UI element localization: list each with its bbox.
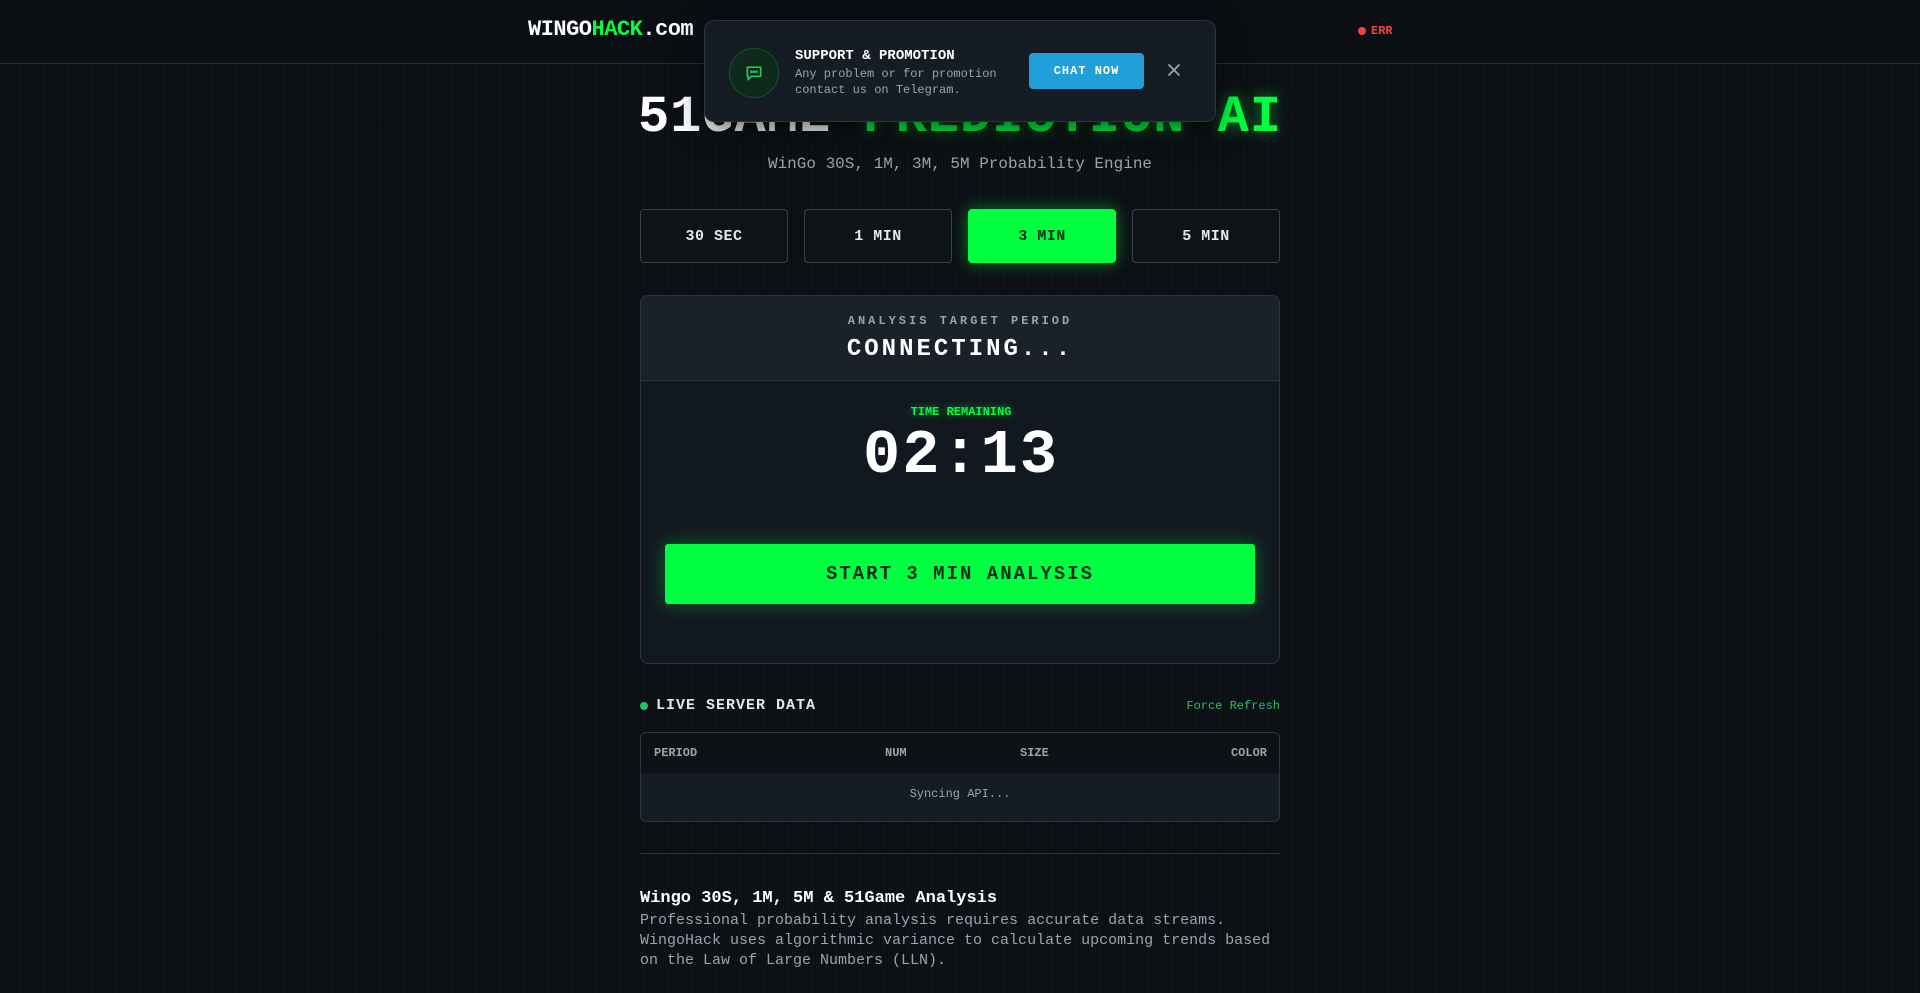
logo-suffix: .com xyxy=(642,17,694,42)
force-refresh-link[interactable]: Force Refresh xyxy=(1186,699,1280,713)
live-dot-icon xyxy=(640,701,648,710)
logo-prefix: WINGO xyxy=(528,17,592,42)
tab-5-min[interactable]: 5 MIN xyxy=(1132,209,1280,263)
live-data-title: LIVE SERVER DATA xyxy=(640,697,816,714)
connection-status: ERR xyxy=(1358,24,1393,38)
toast-title: SUPPORT & PROMOTION xyxy=(795,48,955,64)
section-divider xyxy=(640,853,1280,854)
analysis-card-header: ANALYSIS TARGET PERIOD CONNECTING... xyxy=(641,296,1279,381)
close-icon[interactable] xyxy=(1163,59,1185,81)
tab-1-min[interactable]: 1 MIN xyxy=(804,209,952,263)
article-text: Professional probability analysis requir… xyxy=(640,912,1271,969)
site-logo[interactable]: WINGOHACK.com xyxy=(528,17,694,42)
status-text: ERR xyxy=(1371,24,1393,38)
analysis-card: ANALYSIS TARGET PERIOD CONNECTING... TIM… xyxy=(640,295,1280,664)
start-analysis-button[interactable]: START 3 MIN ANALYSIS xyxy=(665,544,1255,604)
interval-tabs: 30 SEC 1 MIN 3 MIN 5 MIN xyxy=(640,209,1280,263)
tab-30-sec[interactable]: 30 SEC xyxy=(640,209,788,263)
target-period-value: CONNECTING... xyxy=(846,336,1074,363)
column-header-size: SIZE xyxy=(1020,746,1049,760)
chat-now-button[interactable]: CHAT NOW xyxy=(1029,53,1144,89)
chat-bubble-icon xyxy=(729,48,779,98)
column-header-period: PERIOD xyxy=(654,746,698,760)
live-data-header: LIVE SERVER DATA Force Refresh xyxy=(640,697,1280,715)
live-data-title-text: LIVE SERVER DATA xyxy=(656,697,817,714)
countdown-timer: 02:13 xyxy=(862,420,1060,491)
toast-text: Any problem or for promotion contact us … xyxy=(795,67,997,97)
tab-3-min[interactable]: 3 MIN xyxy=(968,209,1116,263)
article-title: Wingo 30S, 1M, 5M & 51Game Analysis xyxy=(640,889,998,908)
column-header-num: NUM xyxy=(885,746,907,760)
page-subtitle: WinGo 30S, 1M, 3M, 5M Probability Engine xyxy=(767,155,1153,173)
table-header: PERIOD NUM SIZE COLOR xyxy=(641,733,1279,773)
target-period-label: ANALYSIS TARGET PERIOD xyxy=(847,314,1073,328)
time-remaining-label: TIME REMAINING xyxy=(910,405,1012,419)
table-empty-state: Syncing API... xyxy=(641,773,1279,821)
support-toast: SUPPORT & PROMOTION Any problem or for p… xyxy=(704,20,1216,122)
logo-accent: HACK xyxy=(591,17,643,42)
status-dot-icon xyxy=(1358,27,1366,35)
live-data-table: PERIOD NUM SIZE COLOR Syncing API... xyxy=(640,732,1280,822)
column-header-color: COLOR xyxy=(1230,746,1267,760)
